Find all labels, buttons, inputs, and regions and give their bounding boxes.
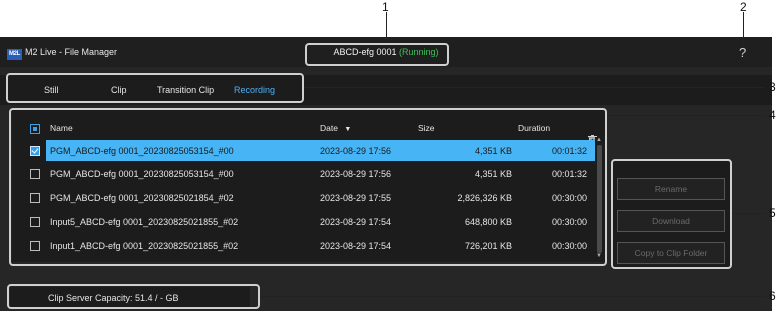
callout-frame-capacity	[7, 284, 260, 309]
callout-number: 1	[382, 0, 389, 14]
leader-line-4	[607, 115, 765, 116]
leader-line-5	[732, 213, 765, 214]
callout-number: 6	[769, 289, 776, 303]
leader-line-1	[386, 12, 387, 43]
callout-frame-file-list	[9, 108, 607, 266]
callout-frame-tabs	[6, 73, 304, 103]
callout-number: 2	[740, 0, 747, 14]
callout-number: 4	[769, 108, 776, 122]
callout-number: 3	[769, 80, 776, 94]
callout-frame-actions	[611, 159, 732, 269]
help-icon[interactable]: ?	[739, 45, 746, 60]
callout-frame-device	[305, 43, 449, 66]
leader-line-2	[743, 12, 744, 44]
callout-number: 5	[769, 206, 776, 220]
leader-line-6	[260, 296, 765, 297]
leader-line-3	[304, 87, 765, 88]
